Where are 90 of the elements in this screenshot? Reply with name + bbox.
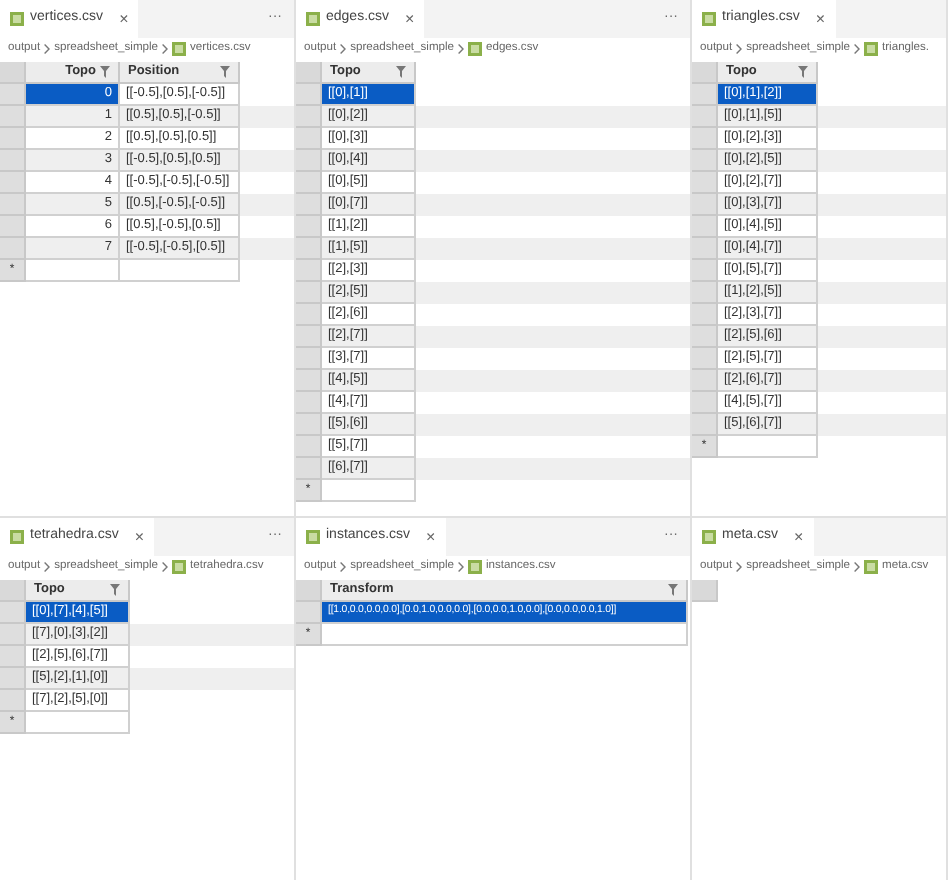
filter-icon[interactable] [396, 66, 406, 78]
row-header[interactable] [296, 436, 322, 458]
row-header[interactable] [296, 128, 322, 150]
spreadsheet-file-icon [864, 42, 879, 56]
filter-icon[interactable] [110, 584, 120, 596]
chevron-icon [44, 44, 51, 54]
row-header[interactable] [0, 194, 26, 216]
chevron-icon [44, 562, 51, 572]
row-header[interactable] [692, 106, 718, 128]
spreadsheet-file-icon [306, 530, 320, 544]
row-header[interactable] [296, 84, 322, 106]
row-header[interactable] [296, 348, 322, 370]
chevron-icon [340, 44, 347, 54]
row-header[interactable] [296, 106, 322, 128]
row-header[interactable] [692, 238, 718, 260]
close-tab-button[interactable]: × [134, 525, 145, 549]
row-header[interactable] [296, 392, 322, 414]
spreadsheet-file-icon [172, 560, 187, 574]
row-header[interactable] [296, 414, 322, 436]
row-header[interactable] [692, 370, 718, 392]
filter-icon[interactable] [798, 66, 808, 78]
row-header[interactable] [296, 194, 322, 216]
corner-header[interactable] [692, 580, 718, 602]
row-header[interactable] [296, 326, 322, 348]
row-header[interactable] [296, 216, 322, 238]
row-header[interactable] [692, 216, 718, 238]
corner-header[interactable] [296, 62, 322, 84]
spreadsheet-file-icon [10, 530, 24, 544]
row-header[interactable] [296, 458, 322, 480]
corner-header[interactable] [692, 62, 718, 84]
close-tab-button[interactable]: × [405, 7, 415, 31]
chevron-icon [736, 44, 743, 54]
row-header[interactable] [0, 106, 26, 128]
row-header[interactable] [0, 646, 26, 668]
row-header[interactable] [296, 602, 322, 624]
chevron-icon [854, 44, 861, 54]
row-header[interactable] [692, 348, 718, 370]
chevron-icon [162, 562, 169, 572]
spreadsheet-file-icon [306, 12, 320, 26]
filter-icon[interactable] [668, 584, 678, 596]
row-header[interactable] [296, 238, 322, 260]
row-header[interactable] [692, 194, 718, 216]
row-header[interactable] [692, 150, 718, 172]
corner-header[interactable] [296, 580, 322, 602]
row-header[interactable] [692, 172, 718, 194]
row-header[interactable] [0, 84, 26, 106]
spreadsheet-file-icon [864, 560, 879, 574]
chevron-icon [458, 44, 465, 54]
row-header[interactable] [692, 128, 718, 150]
row-header[interactable] [296, 260, 322, 282]
row-header[interactable] [692, 304, 718, 326]
row-header[interactable] [0, 216, 26, 238]
row-header[interactable] [0, 128, 26, 150]
row-header[interactable] [692, 326, 718, 348]
close-tab-button[interactable]: × [815, 7, 826, 31]
row-header[interactable] [692, 282, 718, 304]
close-tab-button[interactable]: × [426, 525, 436, 549]
close-tab-button[interactable]: × [119, 7, 129, 31]
chevron-icon [340, 562, 347, 572]
spreadsheet-file-icon [10, 12, 24, 26]
row-header[interactable] [296, 282, 322, 304]
chevron-icon [162, 44, 169, 54]
chevron-icon [736, 562, 743, 572]
row-header[interactable] [0, 602, 26, 624]
row-header[interactable] [692, 414, 718, 436]
spreadsheet-file-icon [702, 530, 716, 544]
row-header[interactable] [0, 150, 26, 172]
row-header[interactable] [0, 690, 26, 712]
row-header[interactable] [296, 150, 322, 172]
chevron-icon [854, 562, 861, 572]
spreadsheet-file-icon [468, 560, 483, 574]
spreadsheet-file-icon [172, 42, 187, 56]
filter-icon[interactable] [100, 66, 110, 78]
corner-header[interactable] [0, 62, 26, 84]
spreadsheet-file-icon [702, 12, 716, 26]
row-header[interactable] [692, 84, 718, 106]
row-header[interactable] [0, 624, 26, 646]
row-header[interactable] [296, 370, 322, 392]
close-tab-button[interactable]: × [794, 525, 804, 549]
chevron-icon [458, 562, 465, 572]
row-header[interactable] [0, 238, 26, 260]
row-header[interactable] [0, 668, 26, 690]
row-header[interactable] [692, 392, 718, 414]
row-header[interactable] [296, 172, 322, 194]
row-header[interactable] [692, 260, 718, 282]
spreadsheet-file-icon [468, 42, 483, 56]
row-header[interactable] [296, 304, 322, 326]
corner-header[interactable] [0, 580, 26, 602]
filter-icon[interactable] [220, 66, 230, 78]
row-header[interactable] [0, 172, 26, 194]
